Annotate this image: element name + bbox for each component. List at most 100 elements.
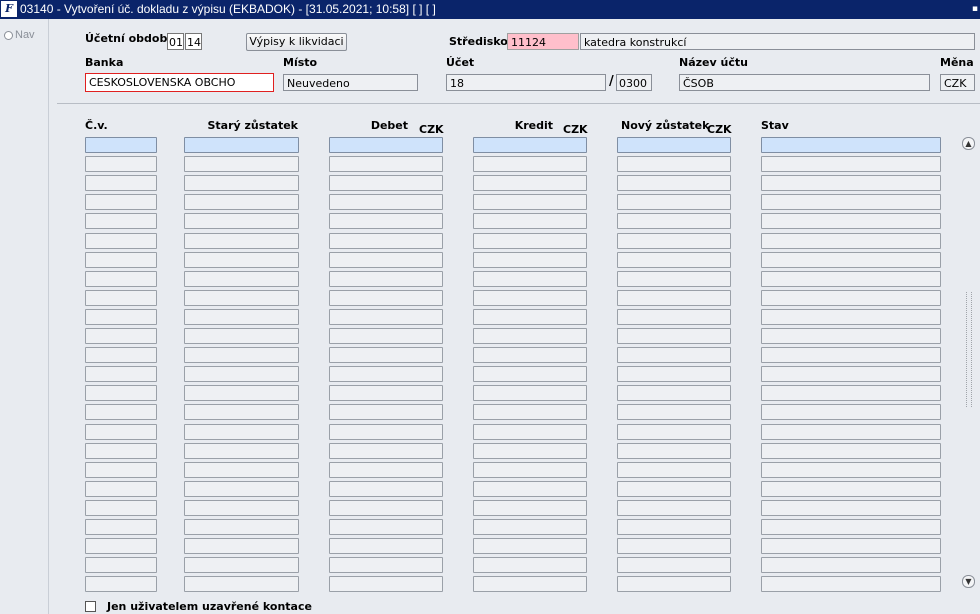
grid-cell-kredit[interactable] bbox=[473, 462, 587, 478]
grid-cell-debet[interactable] bbox=[329, 481, 443, 497]
grid-cell-stav[interactable] bbox=[761, 443, 941, 459]
grid-cell-stav[interactable] bbox=[761, 309, 941, 325]
grid-cell-cv[interactable] bbox=[85, 462, 157, 478]
grid-cell-novy-zustatek[interactable] bbox=[617, 576, 731, 592]
grid-cell-novy-zustatek[interactable] bbox=[617, 309, 731, 325]
grid-cell-debet[interactable] bbox=[329, 500, 443, 516]
grid-cell-debet[interactable] bbox=[329, 404, 443, 420]
grid-cell-cv[interactable] bbox=[85, 156, 157, 172]
grid-cell-debet[interactable] bbox=[329, 462, 443, 478]
grid-cell-stav[interactable] bbox=[761, 500, 941, 516]
grid-cell-cv[interactable] bbox=[85, 424, 157, 440]
grid-cell-stary-zustatek[interactable] bbox=[184, 137, 299, 153]
grid-cell-stary-zustatek[interactable] bbox=[184, 252, 299, 268]
grid-cell-kredit[interactable] bbox=[473, 404, 587, 420]
grid-cell-novy-zustatek[interactable] bbox=[617, 290, 731, 306]
grid-cell-cv[interactable] bbox=[85, 137, 157, 153]
grid-cell-novy-zustatek[interactable] bbox=[617, 519, 731, 535]
grid-cell-stary-zustatek[interactable] bbox=[184, 194, 299, 210]
grid-cell-novy-zustatek[interactable] bbox=[617, 424, 731, 440]
grid-cell-stav[interactable] bbox=[761, 557, 941, 573]
grid-cell-novy-zustatek[interactable] bbox=[617, 385, 731, 401]
grid-cell-stav[interactable] bbox=[761, 328, 941, 344]
grid-cell-cv[interactable] bbox=[85, 481, 157, 497]
grid-cell-kredit[interactable] bbox=[473, 194, 587, 210]
grid-cell-debet[interactable] bbox=[329, 194, 443, 210]
grid-cell-stav[interactable] bbox=[761, 462, 941, 478]
grid-cell-stary-zustatek[interactable] bbox=[184, 576, 299, 592]
grid-cell-debet[interactable] bbox=[329, 347, 443, 363]
grid-cell-stary-zustatek[interactable] bbox=[184, 443, 299, 459]
grid-cell-kredit[interactable] bbox=[473, 538, 587, 554]
grid-cell-stary-zustatek[interactable] bbox=[184, 385, 299, 401]
grid-cell-cv[interactable] bbox=[85, 309, 157, 325]
grid-cell-novy-zustatek[interactable] bbox=[617, 213, 731, 229]
grid-cell-stary-zustatek[interactable] bbox=[184, 309, 299, 325]
grid-cell-stav[interactable] bbox=[761, 252, 941, 268]
grid-cell-kredit[interactable] bbox=[473, 271, 587, 287]
grid-cell-novy-zustatek[interactable] bbox=[617, 366, 731, 382]
window-menu-icon[interactable]: ▪ bbox=[972, 0, 978, 19]
period-month-field[interactable]: 01 bbox=[167, 33, 184, 50]
grid-cell-cv[interactable] bbox=[85, 443, 157, 459]
grid-cell-cv[interactable] bbox=[85, 194, 157, 210]
grid-cell-stav[interactable] bbox=[761, 424, 941, 440]
grid-cell-novy-zustatek[interactable] bbox=[617, 137, 731, 153]
grid-cell-stav[interactable] bbox=[761, 290, 941, 306]
grid-cell-debet[interactable] bbox=[329, 385, 443, 401]
stredisko-code-field[interactable]: 11124 bbox=[507, 33, 579, 50]
grid-cell-kredit[interactable] bbox=[473, 366, 587, 382]
grid-cell-debet[interactable] bbox=[329, 538, 443, 554]
grid-cell-stary-zustatek[interactable] bbox=[184, 538, 299, 554]
grid-cell-kredit[interactable] bbox=[473, 519, 587, 535]
grid-cell-kredit[interactable] bbox=[473, 557, 587, 573]
grid-cell-novy-zustatek[interactable] bbox=[617, 557, 731, 573]
grid-cell-stav[interactable] bbox=[761, 519, 941, 535]
grid-cell-debet[interactable] bbox=[329, 443, 443, 459]
grid-cell-novy-zustatek[interactable] bbox=[617, 233, 731, 249]
grid-cell-stav[interactable] bbox=[761, 538, 941, 554]
grid-cell-novy-zustatek[interactable] bbox=[617, 328, 731, 344]
grid-cell-stary-zustatek[interactable] bbox=[184, 328, 299, 344]
grid-cell-debet[interactable] bbox=[329, 252, 443, 268]
grid-cell-stav[interactable] bbox=[761, 213, 941, 229]
grid-cell-debet[interactable] bbox=[329, 213, 443, 229]
grid-cell-stav[interactable] bbox=[761, 404, 941, 420]
grid-cell-cv[interactable] bbox=[85, 233, 157, 249]
grid-cell-debet[interactable] bbox=[329, 290, 443, 306]
grid-cell-debet[interactable] bbox=[329, 309, 443, 325]
grid-cell-novy-zustatek[interactable] bbox=[617, 443, 731, 459]
grid-cell-stary-zustatek[interactable] bbox=[184, 175, 299, 191]
grid-cell-debet[interactable] bbox=[329, 175, 443, 191]
grid-cell-kredit[interactable] bbox=[473, 309, 587, 325]
grid-cell-stav[interactable] bbox=[761, 156, 941, 172]
grid-cell-novy-zustatek[interactable] bbox=[617, 271, 731, 287]
grid-cell-cv[interactable] bbox=[85, 538, 157, 554]
grid-cell-stary-zustatek[interactable] bbox=[184, 156, 299, 172]
grid-cell-debet[interactable] bbox=[329, 557, 443, 573]
grid-cell-debet[interactable] bbox=[329, 137, 443, 153]
grid-cell-stav[interactable] bbox=[761, 233, 941, 249]
grid-cell-stary-zustatek[interactable] bbox=[184, 213, 299, 229]
scroll-up-icon[interactable]: ▲ bbox=[962, 137, 975, 150]
grid-cell-stav[interactable] bbox=[761, 366, 941, 382]
vypisy-k-likvidaci-button[interactable]: Výpisy k likvidaci bbox=[246, 33, 347, 51]
grid-cell-cv[interactable] bbox=[85, 519, 157, 535]
grid-cell-novy-zustatek[interactable] bbox=[617, 347, 731, 363]
grid-cell-stary-zustatek[interactable] bbox=[184, 481, 299, 497]
grid-cell-cv[interactable] bbox=[85, 271, 157, 287]
grid-cell-novy-zustatek[interactable] bbox=[617, 404, 731, 420]
grid-cell-stav[interactable] bbox=[761, 175, 941, 191]
grid-cell-stary-zustatek[interactable] bbox=[184, 290, 299, 306]
nav-radio-icon[interactable] bbox=[4, 31, 13, 40]
grid-cell-cv[interactable] bbox=[85, 252, 157, 268]
grid-cell-stary-zustatek[interactable] bbox=[184, 500, 299, 516]
grid-cell-stav[interactable] bbox=[761, 271, 941, 287]
grid-cell-kredit[interactable] bbox=[473, 385, 587, 401]
grid-cell-novy-zustatek[interactable] bbox=[617, 156, 731, 172]
grid-cell-kredit[interactable] bbox=[473, 481, 587, 497]
grid-cell-stav[interactable] bbox=[761, 137, 941, 153]
grid-cell-debet[interactable] bbox=[329, 328, 443, 344]
grid-cell-cv[interactable] bbox=[85, 557, 157, 573]
grid-cell-stav[interactable] bbox=[761, 576, 941, 592]
